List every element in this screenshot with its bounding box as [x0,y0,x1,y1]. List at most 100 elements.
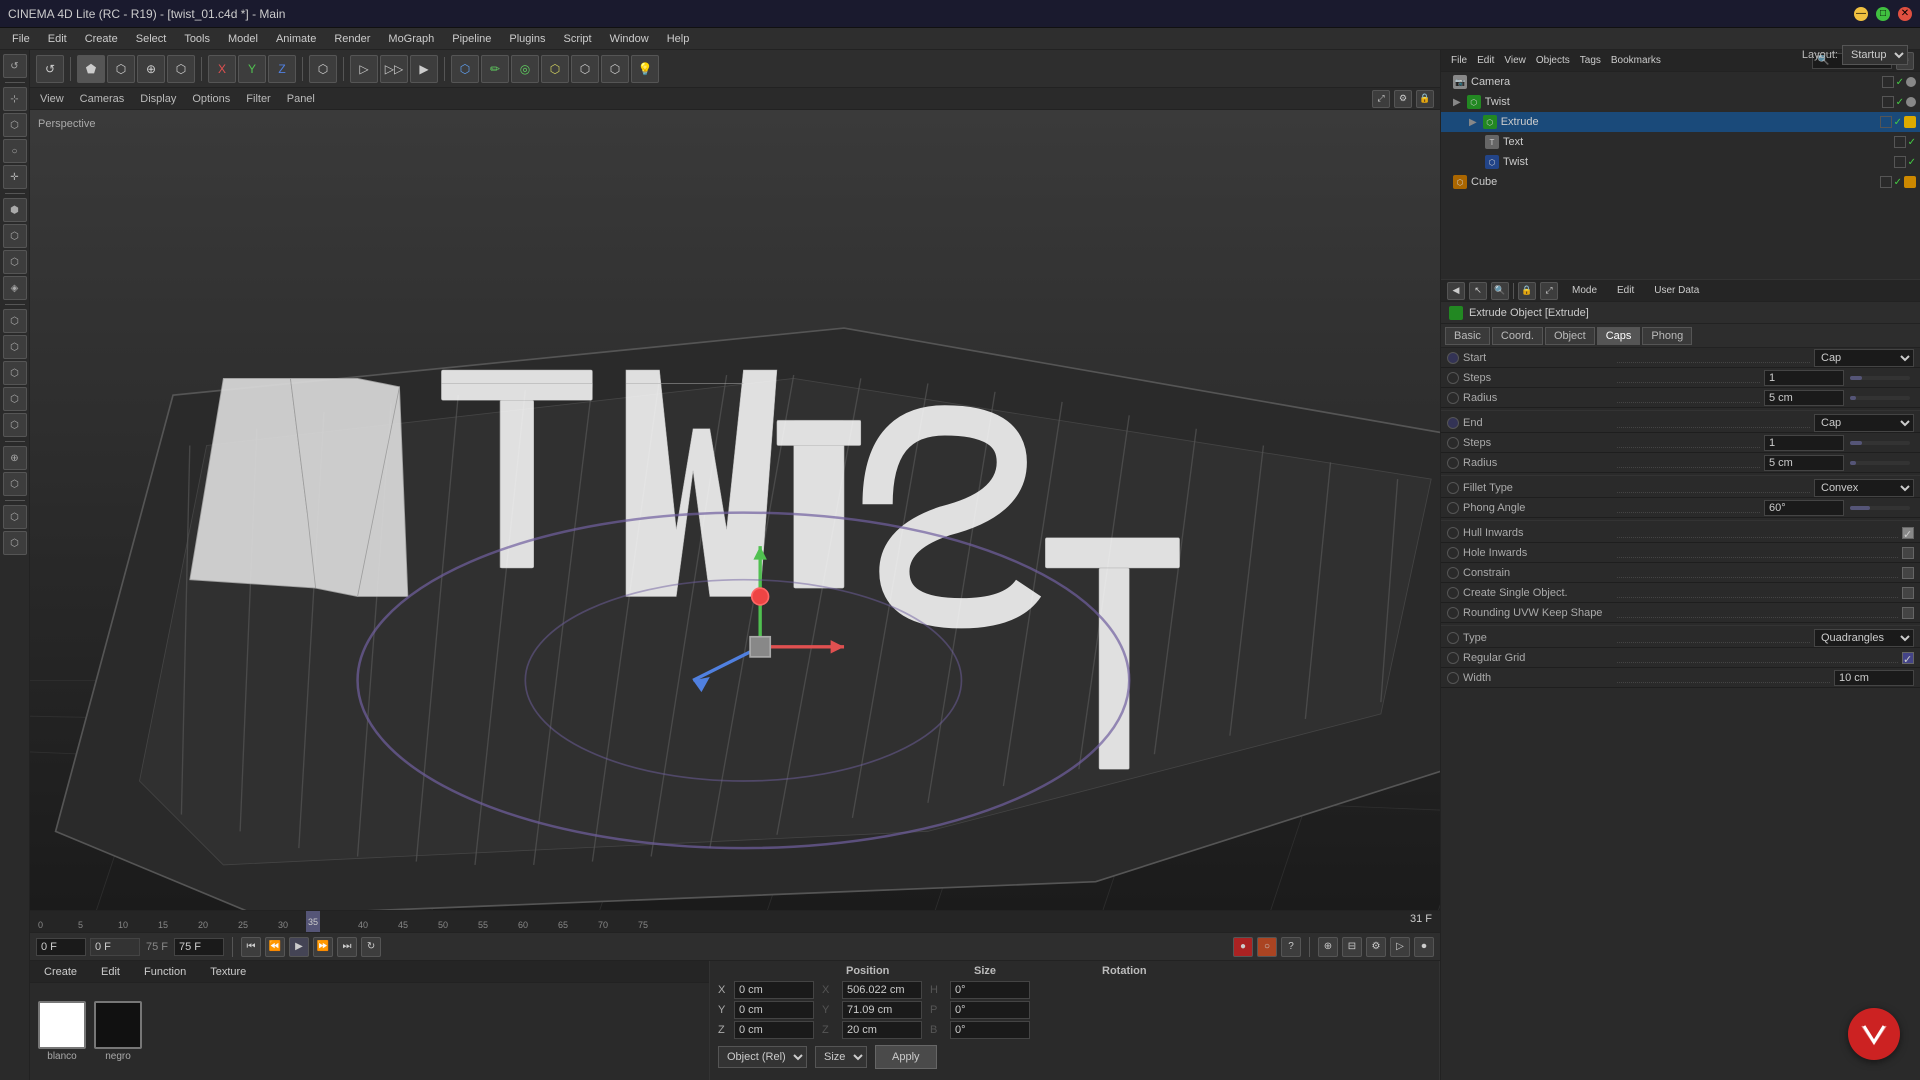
vp-settings-btn[interactable]: ⚙ [1394,90,1412,108]
tab-coord[interactable]: Coord. [1492,327,1543,345]
pos-x-input[interactable] [734,981,814,999]
extrude-vis-toggle[interactable] [1880,116,1892,128]
menu-window[interactable]: Window [602,31,657,47]
twist-child-vis-toggle[interactable] [1894,156,1906,168]
mesh-btn[interactable]: ⬡ [571,55,599,83]
tool-select[interactable]: ✛ [3,165,27,189]
keyframe-sel-btn[interactable]: ? [1281,937,1301,957]
tool-obj1[interactable]: ⬢ [3,198,27,222]
obj-text[interactable]: T Text ✓ [1441,132,1920,152]
menu-create[interactable]: Create [77,31,126,47]
pos-z-input[interactable] [734,1021,814,1039]
light-btn[interactable]: 💡 [631,55,659,83]
scale-btn[interactable]: ⬡ [167,55,195,83]
menu-tools[interactable]: Tools [176,31,218,47]
end-select[interactable]: Cap [1814,414,1914,432]
frame-end-input[interactable] [174,938,224,956]
pen-btn[interactable]: ✏ [481,55,509,83]
vp-view[interactable]: View [36,91,68,107]
anim-cfg-btn[interactable]: ⚙ [1366,937,1386,957]
undo-btn[interactable]: ↺ [36,55,64,83]
tool-mode2[interactable]: ⬡ [3,335,27,359]
material-white[interactable] [38,1001,86,1049]
steps-icon[interactable] [1447,372,1459,384]
loop-btn[interactable]: ↻ [361,937,381,957]
obj-cube[interactable]: ⬡ Cube ✓ [1441,172,1920,192]
radius-slider[interactable] [1850,396,1910,400]
edit-tab[interactable]: Edit [1611,283,1640,298]
tool-axis[interactable]: ⬡ [3,472,27,496]
menu-edit[interactable]: Edit [40,31,75,47]
rounding-uvw-checkbox[interactable] [1902,607,1914,619]
obj-file-menu[interactable]: File [1447,53,1471,68]
regular-grid-icon[interactable] [1447,652,1459,664]
model-mode-btn[interactable]: ⬟ [77,55,105,83]
keyframe-btn[interactable]: ● [1233,937,1253,957]
axis-x-btn[interactable]: X [208,55,236,83]
menu-animate[interactable]: Animate [268,31,324,47]
play-btn[interactable]: ▶ [289,937,309,957]
props-search-btn[interactable]: 🔍 [1491,282,1509,300]
maximize-button[interactable]: □ [1876,7,1890,21]
transform-btn[interactable]: ⬡ [309,55,337,83]
tab-caps[interactable]: Caps [1597,327,1641,345]
hull-inwards-icon[interactable] [1447,527,1459,539]
axis-y-btn[interactable]: Y [238,55,266,83]
pos-y-input[interactable] [734,1001,814,1019]
menu-pipeline[interactable]: Pipeline [444,31,499,47]
tool-obj2[interactable]: ⬡ [3,224,27,248]
start-icon[interactable] [1447,352,1459,364]
phong-angle-input[interactable] [1764,500,1844,516]
bt-create[interactable]: Create [36,964,85,980]
tool-rotate[interactable]: ○ [3,139,27,163]
axis-z-btn[interactable]: Z [268,55,296,83]
play-next-btn[interactable]: ⏩ [313,937,333,957]
constrain-icon[interactable] [1447,567,1459,579]
width-icon[interactable] [1447,672,1459,684]
constrain-checkbox[interactable] [1902,567,1914,579]
create-single-checkbox[interactable] [1902,587,1914,599]
spline-btn[interactable]: ◎ [511,55,539,83]
regular-grid-checkbox[interactable]: ✓ [1902,652,1914,664]
steps-slider[interactable] [1850,376,1910,380]
end-steps-input[interactable] [1764,435,1844,451]
type-select[interactable]: Quadrangles [1814,629,1914,647]
start-select[interactable]: Cap [1814,349,1914,367]
phong-angle-icon[interactable] [1447,502,1459,514]
menu-script[interactable]: Script [555,31,599,47]
menu-mograph[interactable]: MoGraph [380,31,442,47]
vp-cameras[interactable]: Cameras [76,91,129,107]
menu-model[interactable]: Model [220,31,266,47]
size-x-input[interactable] [842,981,922,999]
props-expand-btn[interactable]: ⤢ [1540,282,1558,300]
render-region-btn[interactable]: ▷ [350,55,378,83]
object-mode-select[interactable]: Object (Rel) [718,1046,807,1068]
hole-inwards-checkbox[interactable] [1902,547,1914,559]
cam-vis-toggle[interactable] [1882,76,1894,88]
tool-paint[interactable]: ⬡ [3,531,27,555]
obj-edit-menu[interactable]: Edit [1473,53,1498,68]
camera-btn[interactable]: ⬡ [601,55,629,83]
phong-angle-slider[interactable] [1850,506,1910,510]
vp-options[interactable]: Options [188,91,234,107]
user-data-tab[interactable]: User Data [1648,283,1705,298]
hull-inwards-checkbox[interactable]: ✓ [1902,527,1914,539]
minimize-button[interactable]: — [1854,7,1868,21]
tool-brush[interactable]: ⬡ [3,505,27,529]
obj-camera[interactable]: 📷 Camera ✓ [1441,72,1920,92]
bt-function[interactable]: Function [136,964,194,980]
end-radius-slider[interactable] [1850,461,1910,465]
rounding-uvw-icon[interactable] [1447,607,1459,619]
size-mode-select[interactable]: Size [815,1046,867,1068]
tool-mode5[interactable]: ⬡ [3,413,27,437]
tool-snap[interactable]: ⊕ [3,446,27,470]
tool-obj3[interactable]: ⬡ [3,250,27,274]
render-full-btn[interactable]: ▶ [410,55,438,83]
fillet-type-select[interactable]: Convex [1814,479,1914,497]
end-steps-icon[interactable] [1447,437,1459,449]
create-single-icon[interactable] [1447,587,1459,599]
menu-file[interactable]: File [4,31,38,47]
tab-object[interactable]: Object [1545,327,1595,345]
rot-b-input[interactable] [950,1021,1030,1039]
props-lock-btn[interactable]: 🔒 [1518,282,1536,300]
